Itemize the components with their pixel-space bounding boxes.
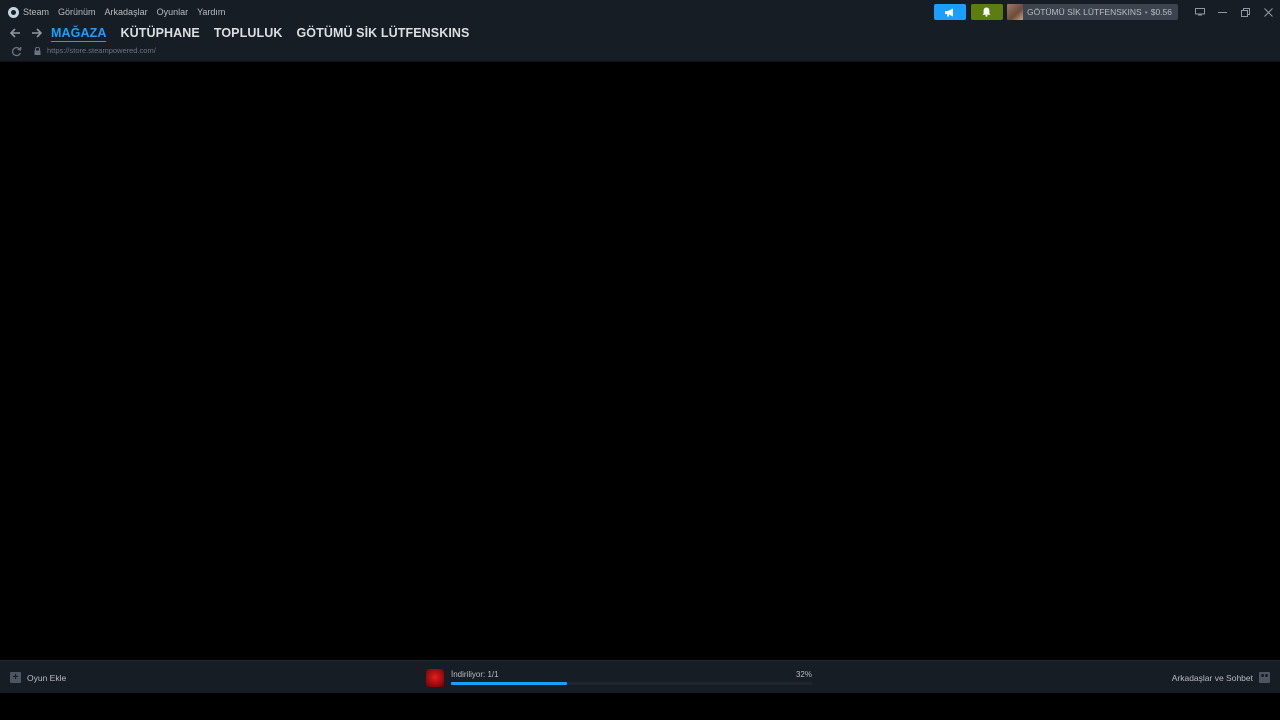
megaphone-icon <box>945 8 954 16</box>
tab-store[interactable]: MAĞAZA <box>51 26 107 43</box>
restore-button[interactable] <box>1234 0 1257 24</box>
menu-item-games[interactable]: Oyunlar <box>157 7 189 17</box>
download-status[interactable]: İndiriliyor: 1/1 32% <box>426 668 812 688</box>
account-separator: • <box>1144 7 1148 17</box>
menu-item-friends[interactable]: Arkadaşlar <box>105 7 148 17</box>
restore-icon <box>1241 7 1250 17</box>
menu-item-help[interactable]: Yardım <box>197 7 225 17</box>
minimize-icon <box>1218 11 1227 13</box>
download-progress-track <box>451 682 812 685</box>
nav-bar: MAĞAZA KÜTÜPHANE TOPLULUK GÖTÜMÜ SİK LÜT… <box>0 24 1280 43</box>
main-tabs: MAĞAZA KÜTÜPHANE TOPLULUK GÖTÜMÜ SİK LÜT… <box>51 24 483 43</box>
forward-button[interactable] <box>29 26 43 40</box>
plus-icon: + <box>10 672 21 683</box>
title-bar: Steam Görünüm Arkadaşlar Oyunlar Yardım … <box>0 0 1280 24</box>
arrow-left-icon <box>9 28 20 38</box>
reload-icon <box>11 46 21 56</box>
bell-icon <box>982 7 991 17</box>
tab-library[interactable]: KÜTÜPHANE <box>120 26 199 40</box>
add-game-label: Oyun Ekle <box>27 672 67 683</box>
menu-item-label: Steam <box>23 7 50 17</box>
store-page-content <box>0 62 1280 660</box>
friends-chat-button[interactable]: Arkadaşlar ve Sohbet <box>1172 671 1270 684</box>
menu-item-steam[interactable]: Steam <box>8 6 50 18</box>
account-menu[interactable]: GÖTÜMÜ SİK LÜTFENSKINS • $0.56 <box>1006 4 1178 20</box>
lock-icon <box>34 47 41 55</box>
announcements-button[interactable] <box>933 4 966 20</box>
top-right-controls: GÖTÜMÜ SİK LÜTFENSKINS • $0.56 <box>933 0 1280 24</box>
steam-logo-icon <box>8 6 19 18</box>
friends-chat-icon <box>1259 672 1270 683</box>
add-game-button[interactable]: + Oyun Ekle <box>10 671 66 684</box>
url-bar: https://store.steampowered.com/ <box>0 42 1280 62</box>
wallet-balance: $0.56 <box>1150 7 1172 17</box>
bottom-bar: + Oyun Ekle İndiriliyor: 1/1 32% Arkadaş… <box>0 660 1280 693</box>
menu-item-view[interactable]: Görünüm <box>58 7 96 17</box>
download-progress-fill <box>451 682 567 685</box>
tab-community[interactable]: TOPLULUK <box>214 26 283 40</box>
notifications-button[interactable] <box>970 4 1003 20</box>
download-label: İndiriliyor: 1/1 <box>451 670 499 679</box>
url-text[interactable]: https://store.steampowered.com/ <box>47 46 156 55</box>
tab-profile[interactable]: GÖTÜMÜ SİK LÜTFENSKINS <box>296 26 469 40</box>
back-button[interactable] <box>8 26 22 40</box>
menu-bar: Steam Görünüm Arkadaşlar Oyunlar Yardım <box>8 0 234 24</box>
arrow-right-icon <box>31 28 42 38</box>
avatar <box>1006 4 1023 20</box>
monitor-icon <box>1194 8 1205 16</box>
close-icon <box>1264 7 1273 17</box>
big-picture-button[interactable] <box>1188 0 1211 24</box>
download-percent: 32% <box>795 670 812 679</box>
nav-arrows <box>8 24 50 42</box>
reload-button[interactable] <box>10 45 22 57</box>
game-icon <box>426 669 444 687</box>
window-bottom-edge <box>0 693 1280 720</box>
close-button[interactable] <box>1257 0 1280 24</box>
account-name: GÖTÜMÜ SİK LÜTFENSKINS <box>1026 7 1142 17</box>
friends-chat-label: Arkadaşlar ve Sohbet <box>1171 672 1253 683</box>
minimize-button[interactable] <box>1211 0 1234 24</box>
